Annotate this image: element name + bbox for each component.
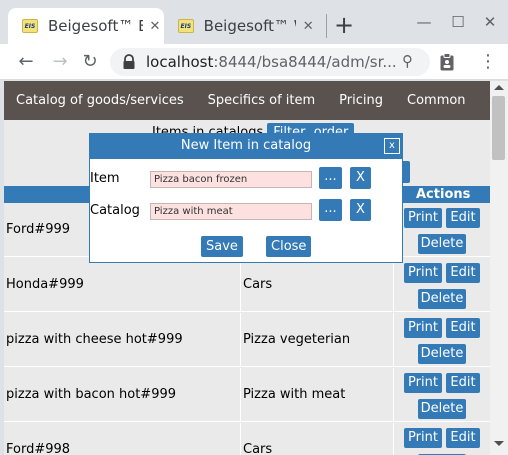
actions-header: Actions: [416, 187, 471, 202]
tab-separator: [326, 14, 327, 38]
print-button[interactable]: Print: [404, 373, 442, 393]
dialog-close-button[interactable]: x: [384, 138, 400, 154]
item-cell: Ford#998: [6, 442, 71, 455]
back-icon[interactable]: ←: [12, 48, 40, 76]
catalog-cell: Pizza with meat: [243, 387, 346, 402]
eis-favicon-icon: EIS: [178, 19, 194, 33]
page-scrollbar[interactable]: [490, 81, 508, 455]
item-cell: pizza with cheese hot#999: [6, 332, 183, 347]
item-cell: Ford#999: [6, 222, 71, 237]
nav-pricing[interactable]: Pricing: [327, 93, 395, 108]
nav-more[interactable]: ...: [478, 93, 491, 108]
catalog-label: Catalog: [90, 203, 140, 218]
scroll-down-arrow-icon[interactable]: [494, 441, 504, 446]
table-row: Honda#999 Cars Print Edit Delete: [4, 258, 490, 312]
table-row: pizza with cheese hot#999 Pizza vegeteri…: [4, 313, 490, 367]
zoom-icon[interactable]: ⚲: [402, 52, 413, 70]
maximize-icon[interactable]: ☐: [446, 10, 470, 34]
delete-button[interactable]: Delete: [418, 234, 466, 254]
edit-button[interactable]: Edit: [446, 208, 480, 228]
item-pick-button[interactable]: ...: [319, 167, 342, 189]
print-button[interactable]: Print: [404, 318, 442, 338]
tab-title: Beigesoft™ En: [48, 17, 143, 35]
minimize-icon[interactable]: —: [412, 10, 436, 34]
scroll-up-arrow-icon[interactable]: [494, 85, 504, 90]
close-window-icon[interactable]: ✕: [478, 10, 502, 34]
forward-icon[interactable]: →: [46, 48, 74, 76]
delete-button[interactable]: Delete: [418, 289, 466, 309]
edit-button[interactable]: Edit: [446, 373, 480, 393]
table-row: pizza with bacon hot#999 Pizza with meat…: [4, 368, 490, 422]
clipboard-extension-icon[interactable]: [440, 53, 454, 71]
item-field[interactable]: [150, 171, 312, 188]
lock-icon: [123, 54, 135, 69]
browser-menu-icon[interactable]: ⋮: [476, 48, 500, 76]
close-tab-icon[interactable]: ✕: [300, 19, 316, 34]
new-tab-icon[interactable]: +: [330, 10, 358, 40]
print-button[interactable]: Print: [404, 263, 442, 283]
close-button[interactable]: Close: [266, 236, 312, 257]
edit-button[interactable]: Edit: [446, 318, 480, 338]
edit-button[interactable]: Edit: [446, 263, 480, 283]
nav-catalog-goods[interactable]: Catalog of goods/services: [4, 93, 196, 108]
tab-title: Beigesoft™ W: [203, 17, 297, 35]
catalog-field[interactable]: [150, 203, 312, 220]
scroll-thumb[interactable]: [492, 96, 505, 160]
print-button[interactable]: Print: [404, 208, 442, 228]
nav-specifics-of-item[interactable]: Specifics of item: [196, 93, 328, 108]
table-row: Ford#998 Cars Print Edit Delete: [4, 423, 490, 455]
browser-tab-inactive[interactable]: EIS Beigesoft™ W ✕: [166, 8, 316, 44]
catalog-pick-button[interactable]: ...: [319, 199, 342, 221]
item-clear-button[interactable]: X: [350, 167, 371, 189]
item-cell: pizza with bacon hot#999: [6, 387, 177, 402]
item-cell: Honda#999: [6, 277, 84, 292]
dialog-title: New Item in catalog: [180, 138, 312, 153]
eis-favicon-icon: EIS: [22, 19, 38, 33]
url-path: :8444/bsa8444/adm/sr...: [213, 53, 397, 71]
item-label: Item: [90, 171, 120, 186]
app-navbar: Catalog of goods/services Specifics of i…: [4, 81, 490, 120]
catalog-cell: Cars: [243, 277, 273, 292]
edit-button[interactable]: Edit: [446, 428, 480, 448]
catalog-cell: Cars: [243, 442, 273, 455]
save-button[interactable]: Save: [201, 236, 243, 257]
reload-icon[interactable]: ↻: [76, 48, 104, 76]
browser-toolbar: ← → ↻ localhost:8444/bsa8444/adm/sr... ⚲…: [0, 44, 508, 80]
dialog-header: New Item in catalog x: [90, 134, 402, 159]
url-host: localhost: [146, 53, 214, 71]
delete-button[interactable]: Delete: [418, 344, 466, 364]
catalog-cell: Pizza vegeterian: [243, 332, 351, 347]
catalog-clear-button[interactable]: X: [350, 199, 371, 221]
browser-tabstrip: EIS Beigesoft™ En ✕ EIS Beigesoft™ W ✕ +…: [0, 0, 508, 44]
close-tab-icon[interactable]: ✕: [147, 19, 163, 34]
new-item-dialog: New Item in catalog x Item ... X Catalog…: [89, 133, 403, 263]
print-button[interactable]: Print: [404, 428, 442, 448]
delete-button[interactable]: Delete: [418, 399, 466, 419]
address-bar[interactable]: localhost:8444/bsa8444/adm/sr... ⚲: [110, 48, 430, 76]
url-text: localhost:8444/bsa8444/adm/sr...: [146, 53, 397, 71]
nav-common[interactable]: Common: [395, 93, 478, 108]
browser-tab-active[interactable]: EIS Beigesoft™ En ✕: [8, 8, 164, 44]
